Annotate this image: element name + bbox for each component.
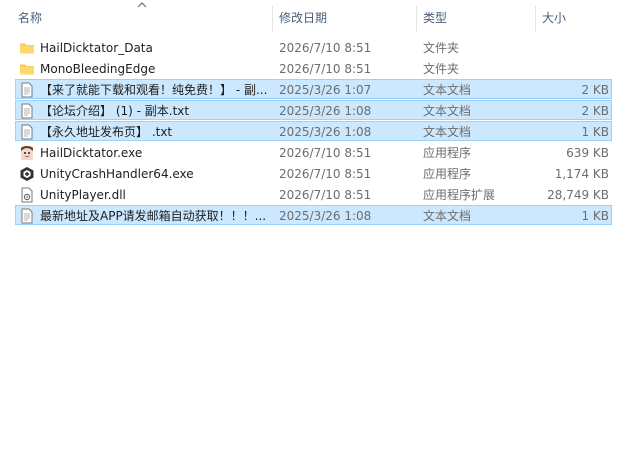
file-type: 应用程序 bbox=[423, 167, 472, 181]
folder-icon bbox=[19, 40, 35, 56]
file-size: 1,174 KB bbox=[554, 167, 609, 181]
file-modified-date: 2026/7/10 8:51 bbox=[279, 146, 372, 160]
file-type: 应用程序扩展 bbox=[423, 188, 496, 202]
file-row[interactable]: 最新地址及APP请发邮箱自动获取！！！... 2025/3/26 1:08 文本文档… bbox=[15, 205, 612, 225]
file-type: 文本文档 bbox=[423, 209, 472, 223]
file-type: 文本文档 bbox=[423, 104, 472, 118]
file-size: 1 KB bbox=[581, 125, 609, 139]
file-row[interactable]: 【来了就能下载和观看！纯免费！】 - 副... 2025/3/26 1:07 文本文… bbox=[15, 79, 612, 99]
file-modified-date: 2025/3/26 1:08 bbox=[279, 125, 372, 139]
file-name: MonoBleedingEdge bbox=[40, 62, 156, 76]
file-size: 28,749 KB bbox=[547, 188, 609, 202]
file-name: 【来了就能下载和观看！纯免费！】 - 副... bbox=[40, 83, 268, 97]
file-row[interactable]: HailDicktator_Data 2026/7/10 8:51 文件夹 bbox=[15, 37, 612, 57]
file-name: HailDicktator_Data bbox=[40, 41, 153, 55]
column-header-size[interactable]: 大小 bbox=[536, 0, 616, 36]
file-modified-date: 2026/7/10 8:51 bbox=[279, 62, 372, 76]
file-row[interactable]: HailDicktator.exe 2026/7/10 8:51 应用程序 639 K… bbox=[15, 142, 612, 162]
file-row[interactable]: UnityCrashHandler64.exe 2026/7/10 8:51 应用程… bbox=[15, 163, 612, 183]
text-file-icon bbox=[19, 208, 35, 224]
file-row[interactable]: UnityPlayer.dll 2026/7/10 8:51 应用程序扩展 28,74… bbox=[15, 184, 612, 204]
unity-icon bbox=[19, 166, 35, 182]
text-file-icon bbox=[19, 103, 35, 119]
file-modified-date: 2026/7/10 8:51 bbox=[279, 188, 372, 202]
file-size: 2 KB bbox=[581, 83, 609, 97]
file-size bbox=[536, 38, 609, 58]
column-header-bar: 名称 修改日期 类型 大小 bbox=[0, 0, 618, 36]
file-name: UnityCrashHandler64.exe bbox=[40, 167, 194, 181]
file-modified-date: 2025/3/26 1:08 bbox=[279, 209, 372, 223]
file-size bbox=[536, 59, 609, 79]
column-header-type[interactable]: 类型 bbox=[417, 0, 535, 36]
file-name: 【论坛介绍】 (1) - 副本.txt bbox=[40, 104, 190, 118]
file-name: 【永久地址发布页】 .txt bbox=[40, 125, 173, 139]
file-type: 文件夹 bbox=[423, 62, 460, 76]
app-character-icon bbox=[19, 145, 35, 161]
file-size: 639 KB bbox=[566, 146, 609, 160]
file-size: 2 KB bbox=[581, 104, 609, 118]
file-type: 文本文档 bbox=[423, 125, 472, 139]
file-modified-date: 2026/7/10 8:51 bbox=[279, 167, 372, 181]
folder-icon bbox=[19, 61, 35, 77]
file-name: HailDicktator.exe bbox=[40, 146, 143, 160]
file-type: 文件夹 bbox=[423, 41, 460, 55]
file-row[interactable]: MonoBleedingEdge 2026/7/10 8:51 文件夹 bbox=[15, 58, 612, 78]
file-type: 应用程序 bbox=[423, 146, 472, 160]
file-row[interactable]: 【永久地址发布页】 .txt 2025/3/26 1:08 文本文档 1 KB bbox=[15, 121, 612, 141]
text-file-icon bbox=[19, 82, 35, 98]
file-size: 1 KB bbox=[581, 209, 609, 223]
column-header-name[interactable]: 名称 bbox=[12, 0, 272, 36]
column-header-date[interactable]: 修改日期 bbox=[273, 0, 416, 36]
file-name: UnityPlayer.dll bbox=[40, 188, 126, 202]
file-modified-date: 2026/7/10 8:51 bbox=[279, 41, 372, 55]
file-row[interactable]: 【论坛介绍】 (1) - 副本.txt 2025/3/26 1:08 文本文档 2 K… bbox=[15, 100, 612, 120]
file-modified-date: 2025/3/26 1:08 bbox=[279, 104, 372, 118]
text-file-icon bbox=[19, 124, 35, 140]
file-modified-date: 2025/3/26 1:07 bbox=[279, 83, 372, 97]
file-name: 最新地址及APP请发邮箱自动获取！！！... bbox=[40, 209, 267, 223]
file-type: 文本文档 bbox=[423, 83, 472, 97]
dll-file-icon bbox=[19, 187, 35, 203]
